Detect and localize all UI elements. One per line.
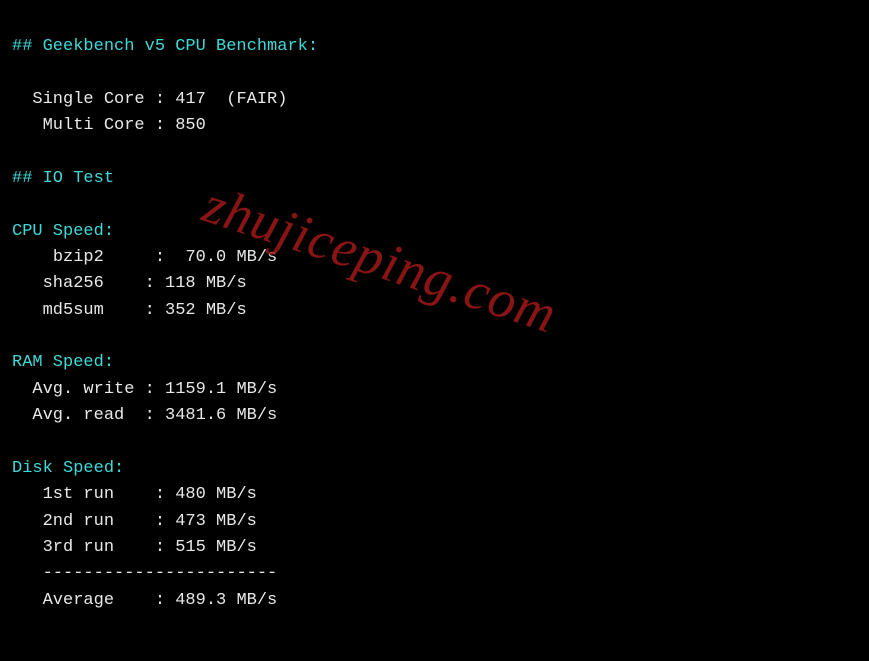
disk-run2-value: 473 MB/s [175,512,257,531]
multi-core-value: 850 [175,116,206,135]
disk-run3-label: 3rd run : [43,538,176,557]
disk-run3-value: 515 MB/s [175,538,257,557]
single-core-value: 417 (FAIR) [175,90,287,109]
disk-run1-value: 480 MB/s [175,485,257,504]
disk-divider: ----------------------- [43,564,278,583]
multi-core-label: Multi Core : [43,116,176,135]
disk-avg-label: Average : [43,591,176,610]
disk-run2-label: 2nd run : [43,512,176,531]
md5sum-value: 352 MB/s [165,301,247,320]
bzip2-value: 70.0 MB/s [185,248,277,267]
disk-run1-label: 1st run : [43,485,176,504]
iotest-header: ## IO Test [12,169,114,188]
ram-read-label: Avg. read : [32,406,165,425]
geekbench-header: ## Geekbench v5 CPU Benchmark: [12,37,318,56]
ram-speed-title: RAM Speed: [12,353,114,372]
single-core-label: Single Core : [32,90,175,109]
ram-write-value: 1159.1 MB/s [165,380,277,399]
sha256-value: 118 MB/s [165,274,247,293]
terminal-output: ## Geekbench v5 CPU Benchmark: Single Co… [0,0,869,622]
ram-write-label: Avg. write : [32,380,165,399]
disk-avg-value: 489.3 MB/s [175,591,277,610]
md5sum-label: md5sum : [43,301,165,320]
ram-read-value: 3481.6 MB/s [165,406,277,425]
bzip2-label: bzip2 : [53,248,186,267]
cpu-speed-title: CPU Speed: [12,222,114,241]
sha256-label: sha256 : [43,274,165,293]
disk-speed-title: Disk Speed: [12,459,124,478]
